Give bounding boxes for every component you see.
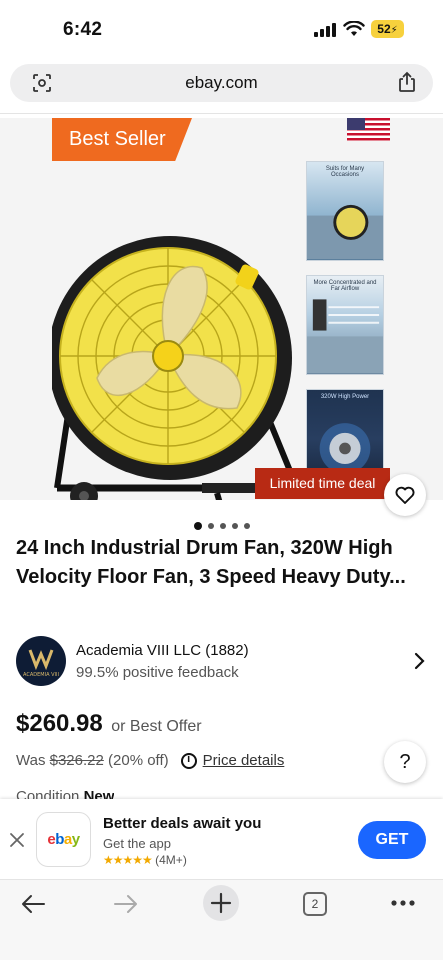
banner-subtitle: Get the app bbox=[103, 836, 171, 851]
best-offer-label: or Best Offer bbox=[111, 718, 202, 735]
app-rating: ★★★★★ (4M+) bbox=[103, 853, 187, 867]
back-arrow-icon[interactable] bbox=[20, 893, 46, 915]
seller-info[interactable]: ACADEMIA VIII Academia VIII LLC (1882) 9… bbox=[16, 636, 427, 686]
ebay-app-logo: ebay bbox=[36, 812, 91, 867]
price: $260.98 bbox=[16, 710, 103, 737]
price-details-link[interactable]: Price details bbox=[203, 752, 285, 769]
discount-percent: (20% off) bbox=[108, 752, 169, 769]
browser-toolbar: 2 bbox=[0, 879, 443, 960]
close-icon[interactable] bbox=[9, 832, 25, 848]
app-install-banner[interactable]: ebay Better deals await you Get the app … bbox=[0, 799, 443, 879]
thumbnail-image[interactable]: Suits for Many Occasions bbox=[306, 161, 384, 261]
help-button[interactable]: ? bbox=[384, 741, 426, 783]
watchlist-button[interactable] bbox=[384, 474, 426, 516]
pagination-dot[interactable] bbox=[243, 523, 250, 529]
product-title: 24 Inch Industrial Drum Fan, 320W High V… bbox=[16, 537, 406, 588]
fan-scene-image bbox=[307, 204, 383, 260]
original-price: $326.22 bbox=[49, 752, 104, 769]
battery-indicator: 52⚡ bbox=[371, 20, 404, 38]
product-image-gallery[interactable]: Best Seller Suits for Many Occasions Mor… bbox=[0, 118, 443, 500]
best-seller-badge: Best Seller bbox=[52, 118, 192, 161]
chevron-right-icon[interactable] bbox=[413, 652, 425, 670]
charging-bolt-icon: ⚡ bbox=[390, 25, 398, 36]
get-app-button[interactable]: GET bbox=[358, 821, 426, 859]
info-icon[interactable] bbox=[180, 752, 197, 769]
star-rating-icon: ★★★★★ bbox=[103, 853, 153, 867]
us-flag-icon bbox=[347, 118, 390, 141]
airflow-image bbox=[307, 299, 383, 374]
status-time: 6:42 bbox=[63, 19, 103, 40]
condition-label: Condition bbox=[16, 788, 80, 799]
new-tab-button[interactable] bbox=[203, 885, 239, 921]
pagination-dot[interactable] bbox=[207, 523, 214, 529]
gallery-pagination[interactable] bbox=[0, 516, 443, 530]
seller-logo: ACADEMIA VIII bbox=[23, 649, 59, 678]
banner-title: Better deals await you bbox=[103, 815, 262, 832]
was-label: Was bbox=[16, 752, 46, 769]
seller-avatar-text: ACADEMIA VIII bbox=[23, 672, 59, 678]
tab-switcher-button[interactable]: 2 bbox=[303, 892, 327, 916]
seller-name[interactable]: Academia VIII LLC (1882) bbox=[76, 642, 249, 659]
limited-time-deal-badge: Limited time deal bbox=[255, 468, 390, 499]
thumbnail-image[interactable]: More Concentrated and Far Airflow bbox=[306, 275, 384, 375]
wifi-icon bbox=[343, 21, 365, 36]
seller-feedback: 99.5% positive feedback bbox=[76, 664, 239, 681]
condition-row: Condition New bbox=[16, 788, 114, 799]
pagination-dot[interactable] bbox=[193, 522, 202, 530]
price-row: $260.98 or Best Offer bbox=[16, 710, 202, 738]
divider bbox=[0, 113, 443, 114]
was-price-row: Was $326.22 (20% off) Price details bbox=[16, 752, 284, 769]
cellular-signal-icon bbox=[314, 23, 338, 37]
heart-icon bbox=[395, 486, 415, 504]
url-text[interactable]: ebay.com bbox=[10, 73, 433, 93]
plus-icon bbox=[210, 892, 232, 914]
pagination-dot[interactable] bbox=[231, 523, 238, 529]
condition-value: New bbox=[83, 788, 115, 799]
share-icon[interactable] bbox=[397, 71, 417, 93]
pagination-dot[interactable] bbox=[219, 523, 226, 529]
more-options-icon[interactable] bbox=[390, 899, 416, 907]
address-bar[interactable]: ebay.com bbox=[10, 64, 433, 102]
forward-arrow-icon[interactable] bbox=[113, 893, 139, 915]
seller-avatar: ACADEMIA VIII bbox=[16, 636, 66, 686]
status-bar: 6:42 52⚡ bbox=[0, 0, 443, 60]
battery-level: 52 bbox=[377, 22, 391, 36]
drum-fan-image bbox=[52, 236, 302, 500]
rating-count: (4M+) bbox=[155, 853, 187, 867]
